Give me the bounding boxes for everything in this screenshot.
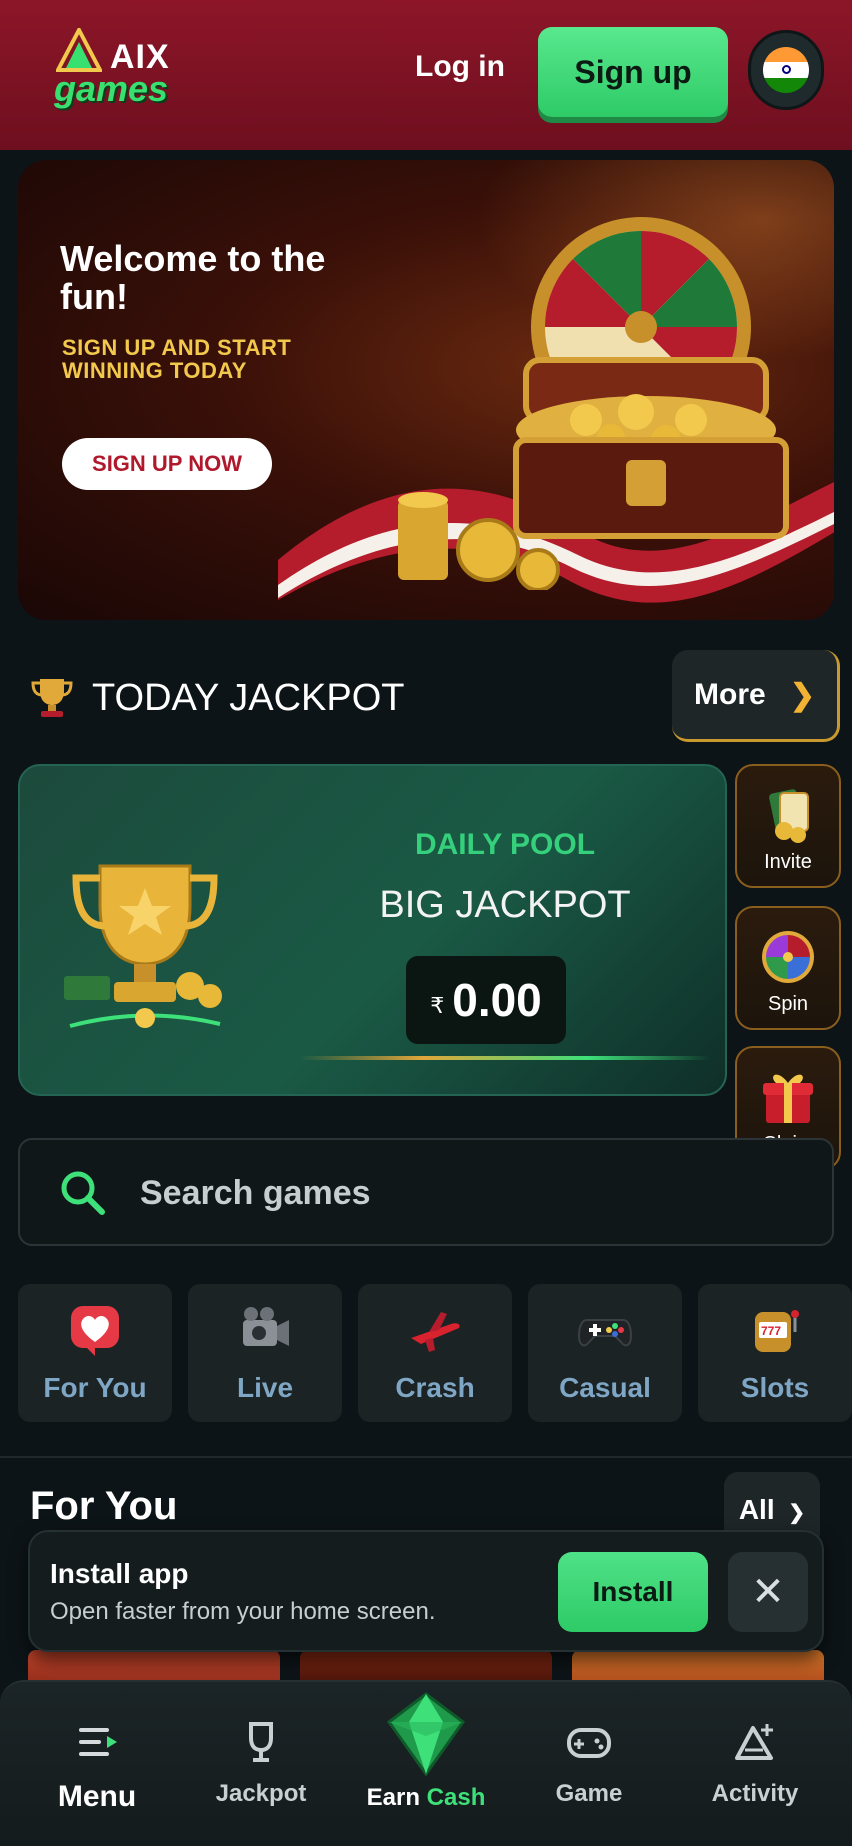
menu-icon — [79, 1728, 117, 1756]
nav-menu[interactable]: Menu — [22, 1718, 172, 1814]
login-link[interactable]: Log in — [415, 50, 505, 84]
search-input[interactable] — [140, 1166, 700, 1220]
jackpot-amount-box: ₹ 0.00 — [406, 956, 566, 1044]
more-button[interactable]: More ❯ — [672, 650, 840, 742]
banner-subtitle: SIGN UP AND START WINNING TODAY — [62, 335, 292, 383]
category-casual[interactable]: Casual — [528, 1284, 682, 1422]
brand-logo[interactable]: AIX games — [52, 28, 202, 116]
jackpot-card[interactable]: DAILY POOL BIG JACKPOT ₹ 0.00 — [18, 764, 727, 1096]
category-for-you[interactable]: For You — [18, 1284, 172, 1422]
gift-icon — [763, 1074, 813, 1123]
search-icon — [61, 1171, 105, 1215]
activity-icon — [735, 1724, 773, 1760]
signup-button[interactable]: Sign up — [538, 27, 728, 117]
banner-signup-button[interactable]: SIGN UP NOW — [62, 438, 272, 490]
nav-label: Menu — [57, 1780, 137, 1813]
chevron-right-icon: ❯ — [789, 679, 815, 712]
earn-cash-label: Earn Cash — [340, 1784, 512, 1812]
gem-icon — [386, 1692, 466, 1776]
category-label: Casual — [559, 1372, 651, 1403]
jackpot-divider — [300, 1056, 710, 1060]
heart-icon — [71, 1306, 119, 1356]
more-label: More — [694, 677, 766, 711]
daily-pool-label: DAILY POOL — [414, 828, 596, 861]
install-app-toast: Install app Open faster from your home s… — [28, 1530, 824, 1652]
currency-symbol: ₹ — [430, 993, 445, 1018]
category-label: Crash — [395, 1372, 475, 1403]
nav-label: Jackpot — [215, 1780, 307, 1807]
logo-text-bottom: games — [54, 68, 169, 109]
nav-game[interactable]: Game — [514, 1718, 664, 1808]
section-divider — [0, 1456, 852, 1458]
trophy-icon — [31, 679, 73, 717]
category-label: For You — [43, 1372, 147, 1403]
gamepad-icon — [577, 1319, 633, 1347]
language-selector[interactable] — [748, 30, 824, 110]
big-jackpot-label: BIG JACKPOT — [379, 884, 631, 926]
category-slots[interactable]: 777 Slots — [698, 1284, 852, 1422]
promo-banner[interactable]: Welcome to the fun! SIGN UP AND START WI… — [18, 160, 834, 620]
jackpot-section-title: TODAY JACKPOT — [92, 677, 405, 719]
search-bar[interactable] — [18, 1138, 834, 1246]
top-header: AIX games Log in Sign up — [0, 0, 852, 150]
earn-prefix: Earn — [366, 1784, 420, 1811]
plane-icon — [411, 1312, 460, 1352]
wheel-icon — [762, 931, 814, 983]
all-label: All — [738, 1494, 775, 1525]
spin-label: Spin — [767, 993, 809, 1015]
gamepad-icon — [567, 1728, 611, 1758]
coin-stack-image — [398, 492, 560, 590]
category-live[interactable]: Live — [188, 1284, 342, 1422]
trophy-icon — [249, 1722, 273, 1762]
for-you-title: For You — [30, 1484, 178, 1528]
jackpot-amount: 0.00 — [452, 974, 542, 1026]
india-flag-icon — [763, 47, 809, 93]
bottom-nav: Menu Jackpot Earn Cash Game Activity — [0, 1680, 852, 1846]
earn-suffix: Cash — [426, 1784, 486, 1811]
gold-trophy-image — [64, 864, 222, 1028]
invite-label: Invite — [764, 851, 812, 873]
invite-button[interactable]: Invite — [735, 764, 841, 888]
install-toast-title: Install app — [50, 1558, 189, 1589]
nav-label: Game — [555, 1780, 623, 1807]
spin-button[interactable]: Spin — [735, 906, 841, 1030]
install-toast-subtitle: Open faster from your home screen. — [50, 1598, 436, 1625]
category-label: Live — [236, 1372, 294, 1403]
nav-earn-cash[interactable]: Earn Cash — [340, 1692, 512, 1812]
install-button[interactable]: Install — [558, 1552, 708, 1632]
slot-machine-icon: 777 — [755, 1310, 799, 1352]
close-icon[interactable]: ✕ — [728, 1552, 808, 1632]
chevron-right-icon: ❯ — [788, 1502, 806, 1524]
category-crash[interactable]: Crash — [358, 1284, 512, 1422]
nav-jackpot[interactable]: Jackpot — [186, 1718, 336, 1808]
banner-title: Welcome to the fun! — [60, 238, 326, 317]
nav-activity[interactable]: Activity — [680, 1718, 830, 1808]
category-label: Slots — [740, 1372, 810, 1403]
camera-icon — [243, 1307, 289, 1346]
nav-label: Activity — [711, 1780, 799, 1807]
svg-text:777: 777 — [761, 1324, 781, 1338]
cards-icon — [769, 789, 809, 843]
